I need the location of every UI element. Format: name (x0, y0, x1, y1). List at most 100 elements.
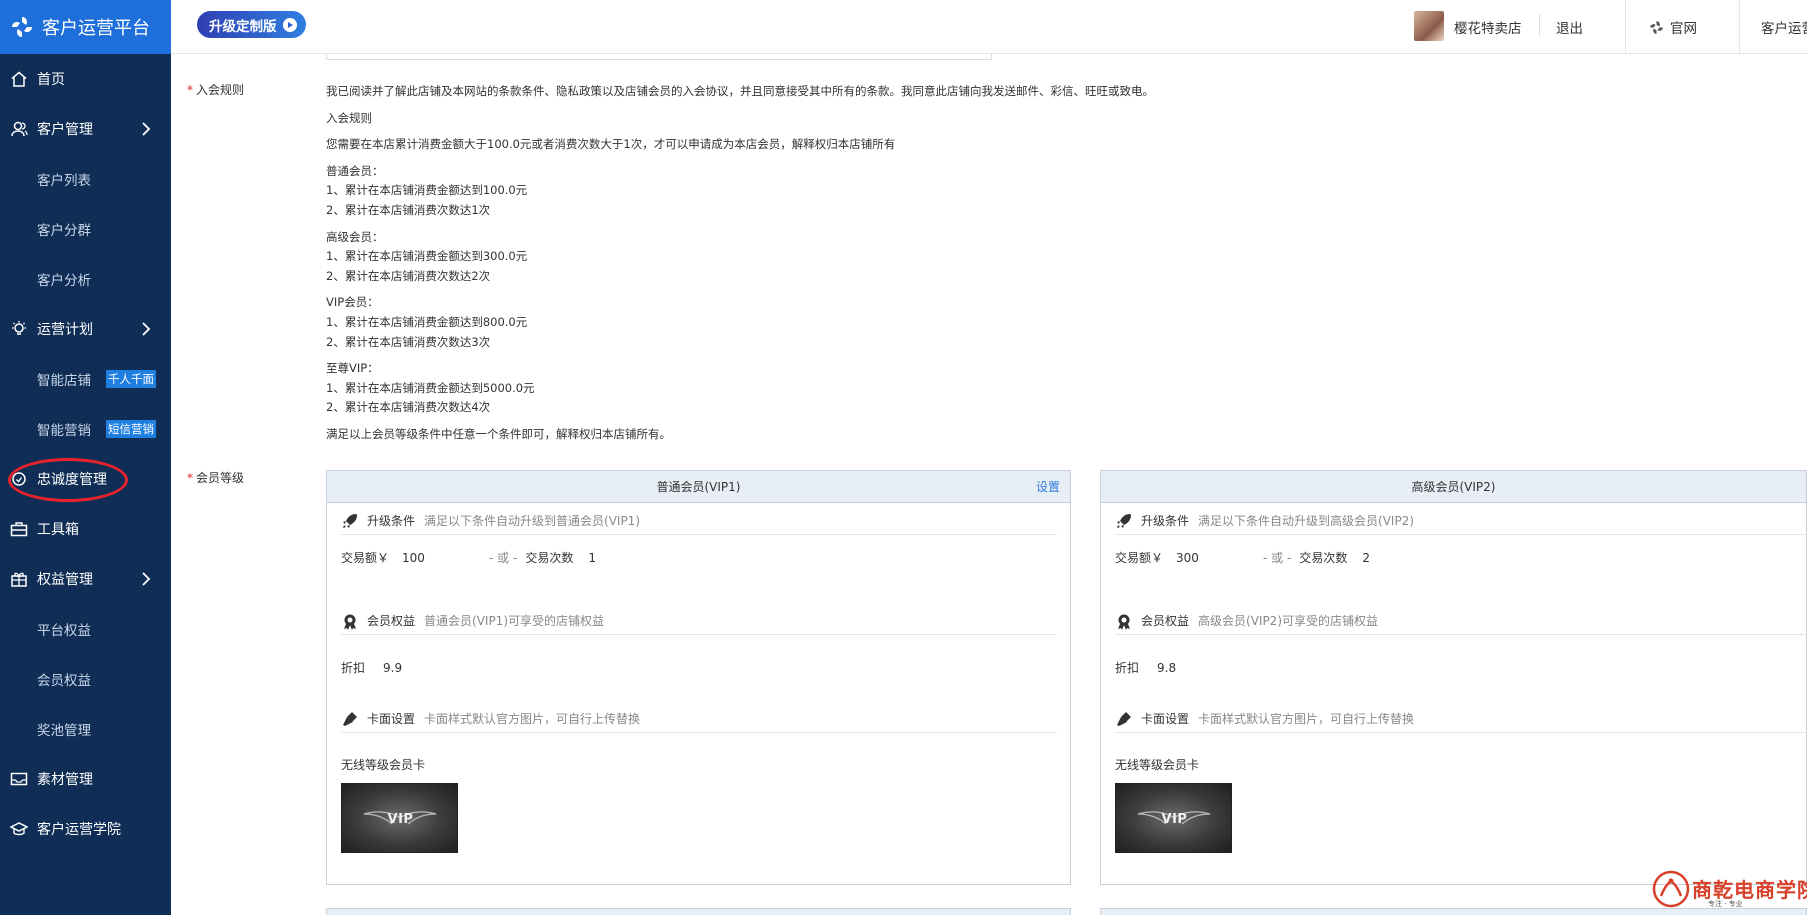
sidebar-item-3[interactable]: 客户分群 (0, 204, 171, 254)
mail-icon (10, 770, 28, 788)
sidebar-item-15[interactable]: 客户运营学院 (0, 804, 171, 854)
rules-line: 1、累计在本店铺消费金额达到800.0元 (326, 314, 528, 329)
sidebar-item-14[interactable]: 素材管理 (0, 754, 171, 804)
divider (1625, 0, 1626, 54)
card-name: 无线等级会员卡 (341, 758, 426, 772)
shop-name[interactable]: 樱花特卖店 (1454, 17, 1522, 37)
loyalty-icon (10, 470, 28, 488)
sidebar-nav: 首页客户管理客户列表客户分群客户分析运营计划智能店铺 千人千面 智能营销 短信营销忠诚… (0, 54, 171, 854)
sidebar-item-11[interactable]: 平台权益 (0, 604, 171, 654)
count-label: 交易次数 (525, 551, 574, 565)
official-site-link[interactable]: 官网 (1649, 17, 1697, 37)
rules-line: 2、累计在本店铺消费次数达2次 (326, 268, 491, 283)
upgrade-button[interactable]: 升级定制版 (197, 11, 306, 38)
sidebar-item-label: 客户分群 (37, 223, 91, 239)
discount-label: 折扣 (341, 661, 366, 675)
medal-icon (341, 612, 359, 630)
amount-value[interactable]: 100 (402, 551, 489, 565)
rules-line: VIP会员： (326, 295, 379, 310)
card-title: 普通会员(VIP1) 设置 (327, 471, 1070, 503)
cardface-section: 卡面设置 卡面样式默认官方图片，可自行上传替换 (1115, 705, 1807, 733)
sidebar-item-label: 工具箱 (37, 522, 79, 538)
brush-icon (1115, 710, 1133, 728)
sidebar-item-5[interactable]: 运营计划 (0, 304, 171, 354)
sidebar-item-label: 素材管理 (37, 772, 93, 788)
count-value[interactable]: 1 (588, 551, 596, 565)
avatar[interactable] (1414, 11, 1444, 41)
sidebar-item-label: 客户分析 (37, 273, 91, 289)
vip-card-image[interactable]: VIP (1115, 783, 1232, 853)
medal-icon (1115, 612, 1133, 630)
sidebar-item-4[interactable]: 客户分析 (0, 254, 171, 304)
rules-line: 2、累计在本店铺消费次数达1次 (326, 202, 491, 217)
rules-line: 满足以上会员等级条件中任意一个条件即可，解释权归本店铺所有。 (326, 426, 671, 441)
top-header: 升级定制版 樱花特卖店 退出 官网 客户运营 (171, 0, 1807, 54)
amount-value[interactable]: 300 (1176, 551, 1263, 565)
required-mark: * (187, 471, 193, 485)
site-label: 官网 (1670, 21, 1697, 37)
sidebar-item-label: 平台权益 (37, 623, 91, 639)
brand-header[interactable]: 客户运营平台 (0, 0, 171, 54)
sidebar-item-label: 忠诚度管理 (37, 472, 107, 488)
benefit-section: 会员权益 普通会员(VIP1)可享受的店铺权益 (341, 607, 1057, 635)
discount-value[interactable]: 9.9 (383, 661, 402, 675)
upgrade-section: 升级条件 满足以下条件自动升级到普通会员(VIP1) (341, 507, 1057, 535)
sidebar-item-10[interactable]: 权益管理 (0, 554, 171, 604)
sidebar-item-0[interactable]: 首页 (0, 54, 171, 104)
card-title: 高级会员(VIP2) (1101, 471, 1806, 503)
sidebar-item-12[interactable]: 会员权益 (0, 654, 171, 704)
users-icon (10, 120, 28, 138)
benefit-section: 会员权益 高级会员(VIP2)可享受的店铺权益 (1115, 607, 1807, 635)
sidebar-item-label: 首页 (37, 72, 65, 88)
sidebar-item-label: 权益管理 (37, 572, 93, 588)
required-mark: * (187, 83, 193, 97)
sidebar-item-7[interactable]: 智能营销 短信营销 (0, 404, 171, 454)
sidebar-item-label: 客户列表 (37, 173, 91, 189)
sidebar-item-6[interactable]: 智能店铺 千人千面 (0, 354, 171, 404)
next-card-edge (326, 908, 1071, 915)
text-input-remnant[interactable] (326, 54, 992, 60)
brand-title: 客户运营平台 (42, 18, 150, 39)
sidebar-item-13[interactable]: 奖池管理 (0, 704, 171, 754)
sidebar-item-label: 会员权益 (37, 673, 91, 689)
divider (1539, 14, 1540, 36)
brand-logo-icon (10, 15, 34, 39)
play-icon (282, 17, 297, 32)
bulb-icon (10, 320, 28, 338)
upgrade-label: 升级定制版 (209, 18, 277, 35)
rules-text: 我已阅读并了解此店铺及本网站的条款条件、隐私政策以及店铺会员的入会协议，并且同意… (326, 82, 1154, 445)
watermark-logo: 商乾电商学院 专注 · 专业 (1650, 866, 1807, 912)
rules-line: 1、累计在本店铺消费金额达到5000.0元 (326, 380, 535, 395)
count-value[interactable]: 2 (1362, 551, 1370, 565)
logout-link[interactable]: 退出 (1556, 17, 1583, 37)
watermark-subtext: 专注 · 专业 (1708, 900, 1743, 908)
or-separator: - 或 - (1263, 551, 1292, 565)
sidebar-item-label: 智能营销 (37, 423, 91, 439)
site-icon (1649, 20, 1664, 34)
vip-card-image[interactable]: VIP (341, 783, 458, 853)
rules-line: 我已阅读并了解此店铺及本网站的条款条件、隐私政策以及店铺会员的入会协议，并且同意… (326, 84, 1154, 98)
discount-label: 折扣 (1115, 661, 1140, 675)
toolbox-icon (10, 520, 28, 538)
sidebar-item-1[interactable]: 客户管理 (0, 104, 171, 154)
sidebar-item-label: 客户运营学院 (37, 822, 121, 838)
settings-link[interactable]: 设置 (1036, 471, 1060, 503)
member-level-card: 高级会员(VIP2) 升级条件 满足以下条件自动升级到高级会员(VIP2) 交易额￥ 3… (1100, 470, 1807, 885)
academy-icon (10, 820, 28, 838)
sidebar-item-8[interactable]: 忠诚度管理 (0, 454, 171, 504)
amount-label: 交易额￥ (341, 551, 390, 565)
platform-link[interactable]: 客户运营 (1761, 17, 1807, 37)
discount-value[interactable]: 9.8 (1157, 661, 1176, 675)
rules-field-label: * 入会规则 (187, 83, 245, 97)
level-field-label: * 会员等级 (187, 471, 245, 485)
divider (1739, 0, 1740, 54)
sidebar-item-label: 奖池管理 (37, 723, 91, 739)
sidebar-item-2[interactable]: 客户列表 (0, 154, 171, 204)
card-name-row: 无线等级会员卡 (1115, 756, 1199, 773)
rules-line: 普通会员： (326, 163, 384, 178)
count-label: 交易次数 (1299, 551, 1348, 565)
chevron-right-icon (138, 321, 154, 337)
rules-line: 入会规则 (326, 110, 372, 125)
sidebar-item-label: 运营计划 (37, 322, 93, 338)
sidebar-item-9[interactable]: 工具箱 (0, 504, 171, 554)
